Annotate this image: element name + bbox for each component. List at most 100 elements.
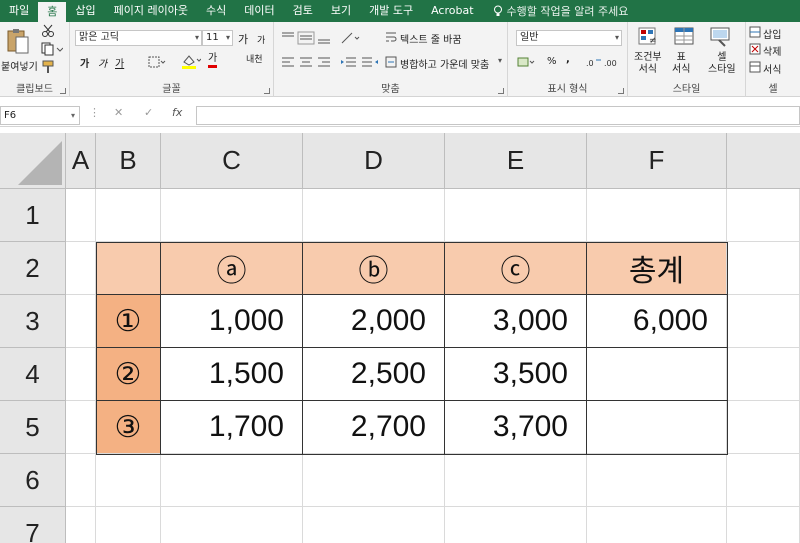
cell-g3[interactable] (727, 295, 800, 348)
cell-e2[interactable]: ⓒ (445, 242, 587, 295)
cell-c3[interactable]: 1,000 (161, 295, 303, 348)
font-size-select[interactable]: 11 ▾ (202, 30, 233, 46)
conditional-formatting-icon[interactable]: ≠ (636, 26, 662, 48)
delete-cells-label[interactable]: 삭제 (763, 43, 781, 58)
font-name-select[interactable]: 맑은 고딕 ▾ (75, 30, 202, 46)
cell-e7[interactable] (445, 507, 587, 543)
indent-icons[interactable] (340, 55, 380, 69)
cell-f3[interactable]: 6,000 (587, 295, 727, 348)
name-box[interactable]: F6 ▾ (0, 106, 80, 125)
cell-f6[interactable] (587, 454, 727, 507)
percent-style-button[interactable]: % (547, 56, 557, 67)
cell-f1[interactable] (587, 189, 727, 242)
select-all-button[interactable] (0, 133, 66, 189)
cell-g6[interactable] (727, 454, 800, 507)
tab-data[interactable]: 데이터 (235, 0, 283, 22)
format-cells-icon[interactable] (749, 61, 761, 73)
cell-a2[interactable] (66, 242, 96, 295)
orientation-icon[interactable] (340, 30, 362, 46)
wrap-text-icon[interactable] (384, 30, 398, 44)
alignment-launcher-icon[interactable] (498, 88, 504, 94)
row-header-5[interactable]: 5 (0, 401, 66, 454)
cell-f5[interactable] (587, 401, 727, 454)
cell-d2[interactable]: ⓑ (303, 242, 445, 295)
tell-me-box[interactable]: 수행할 작업을 알려 주세요 (483, 3, 628, 19)
clipboard-launcher-icon[interactable] (60, 88, 66, 94)
column-header-f[interactable]: F (587, 133, 727, 189)
column-header-d[interactable]: D (303, 133, 445, 189)
cell-d6[interactable] (303, 454, 445, 507)
cell-e5[interactable]: 3,700 (445, 401, 587, 454)
cell-a3[interactable] (66, 295, 96, 348)
cell-c1[interactable] (161, 189, 303, 242)
cell-a5[interactable] (66, 401, 96, 454)
phonetic-button[interactable]: 내천 (246, 52, 263, 65)
format-as-table-label[interactable]: 표 서식 (672, 52, 690, 76)
cell-a6[interactable] (66, 454, 96, 507)
cell-b5[interactable]: ③ (96, 401, 161, 454)
vertical-align-icons[interactable] (280, 30, 334, 46)
insert-function-icon[interactable]: fx (172, 106, 182, 119)
delete-cells-icon[interactable] (749, 43, 761, 55)
cell-a4[interactable] (66, 348, 96, 401)
cut-icon[interactable] (40, 24, 56, 38)
accounting-format-icon[interactable] (516, 55, 536, 69)
cell-b2[interactable] (96, 242, 161, 295)
underline-button[interactable]: 가 (115, 55, 124, 70)
row-header-2[interactable]: 2 (0, 242, 66, 295)
cell-d4[interactable]: 2,500 (303, 348, 445, 401)
font-launcher-icon[interactable] (264, 88, 270, 94)
cell-d7[interactable] (303, 507, 445, 543)
cell-b1[interactable] (96, 189, 161, 242)
format-cells-label[interactable]: 서식 (763, 61, 781, 76)
tab-insert[interactable]: 삽입 (66, 0, 104, 22)
row-header-7[interactable]: 7 (0, 507, 66, 543)
horizontal-align-icons[interactable] (280, 55, 334, 69)
row-header-6[interactable]: 6 (0, 454, 66, 507)
tab-formulas[interactable]: 수식 (197, 0, 235, 22)
tab-view[interactable]: 보기 (322, 0, 360, 22)
number-format-select[interactable]: 일반 ▾ (516, 30, 622, 46)
merge-center-icon[interactable] (384, 55, 398, 69)
cell-c7[interactable] (161, 507, 303, 543)
format-painter-icon[interactable] (40, 60, 56, 74)
cell-c2[interactable]: ⓐ (161, 242, 303, 295)
row-header-3[interactable]: 3 (0, 295, 66, 348)
insert-cells-label[interactable]: 삽입 (763, 26, 781, 41)
shrink-font-button[interactable]: 가 (257, 33, 265, 46)
italic-button[interactable]: 가 (98, 55, 107, 70)
cell-g4[interactable] (727, 348, 800, 401)
merge-center-label[interactable]: 병합하고 가운데 맞춤 (400, 56, 489, 71)
column-header-a[interactable]: A (66, 133, 96, 189)
bold-button[interactable]: 가 (80, 55, 89, 70)
cell-a7[interactable] (66, 507, 96, 543)
cell-g2[interactable] (727, 242, 800, 295)
cell-c4[interactable]: 1,500 (161, 348, 303, 401)
font-color-button[interactable]: 가 (208, 53, 218, 68)
cell-b4[interactable]: ② (96, 348, 161, 401)
cell-d1[interactable] (303, 189, 445, 242)
cell-d3[interactable]: 2,000 (303, 295, 445, 348)
cell-c5[interactable]: 1,700 (161, 401, 303, 454)
borders-icon[interactable] (147, 55, 167, 69)
column-header-b[interactable]: B (96, 133, 161, 189)
cell-g5[interactable] (727, 401, 800, 454)
comma-style-button[interactable]: , (566, 54, 570, 65)
cell-f2[interactable]: 총계 (587, 242, 727, 295)
chevron-down-icon[interactable]: ▾ (498, 56, 502, 65)
fill-color-icon[interactable] (180, 53, 202, 69)
cell-e4[interactable]: 3,500 (445, 348, 587, 401)
row-header-1[interactable]: 1 (0, 189, 66, 242)
paste-icon[interactable] (4, 26, 32, 56)
cell-g1[interactable] (727, 189, 800, 242)
grow-font-button[interactable]: 가 (238, 31, 248, 47)
tab-home[interactable]: 홈 (38, 2, 67, 22)
cell-e6[interactable] (445, 454, 587, 507)
format-as-table-icon[interactable] (672, 26, 698, 48)
formula-input[interactable] (196, 106, 800, 125)
tab-review[interactable]: 검토 (284, 0, 322, 22)
column-header-c[interactable]: C (161, 133, 303, 189)
copy-icon[interactable] (40, 42, 64, 56)
worksheet-grid[interactable]: A B C D E F 1 2 3 4 5 6 7 ⓐ ⓑ ⓒ 총계 ① 1,0… (0, 133, 800, 543)
tab-page-layout[interactable]: 페이지 레이아웃 (105, 0, 197, 22)
